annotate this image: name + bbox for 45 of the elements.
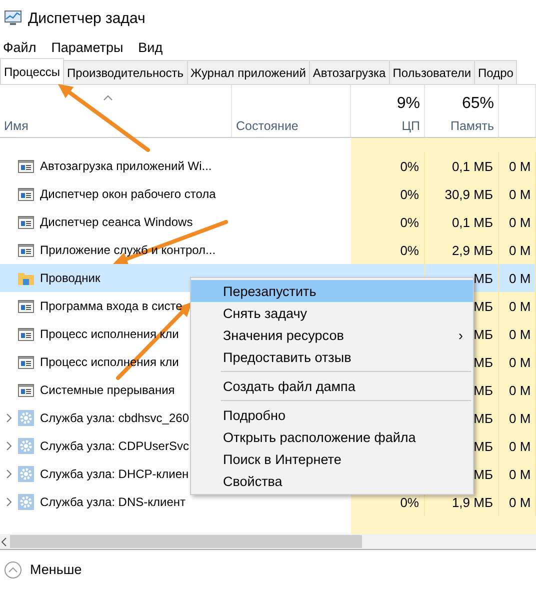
cpu-value: 0% xyxy=(400,242,419,258)
process-name: Программа входа в систе xyxy=(40,299,182,313)
disk-value: 0 М xyxy=(509,494,531,510)
process-name: Проводник xyxy=(40,271,100,285)
disk-value: 0 М xyxy=(509,410,531,426)
disk-value: 0 М xyxy=(509,326,531,342)
disk-value: 0 М xyxy=(509,242,531,258)
memory-value: МБ xyxy=(474,410,493,426)
disk-value: 0 М xyxy=(509,466,531,482)
memory-value: 0,1 МБ xyxy=(452,214,493,230)
memory-value: МБ xyxy=(474,354,493,370)
process-name: Диспетчер сеанса Windows xyxy=(40,215,193,229)
cpu-value: 0% xyxy=(400,186,419,202)
disk-value: 0 М xyxy=(509,214,531,230)
disk-value: 0 М xyxy=(509,186,531,202)
process-name: Служба узла: cbdhsvc_260 xyxy=(40,411,189,425)
memory-value: 0,1 МБ xyxy=(452,158,493,174)
submenu-mark: › xyxy=(458,328,463,342)
memory-value: МБ xyxy=(474,326,493,342)
process-name: Служба узла: DHCP-клиен xyxy=(40,467,189,481)
disk-value: 0 М xyxy=(509,354,531,370)
disk-value: 0 М xyxy=(509,438,531,454)
column-total: 65% xyxy=(462,95,494,113)
disk-value: 0 М xyxy=(509,382,531,398)
memory-value: МБ xyxy=(474,270,493,286)
memory-value: 2,9 МБ xyxy=(452,242,493,258)
cpu-value: 0% xyxy=(400,214,419,230)
process-name: Служба узла: DNS-клиент xyxy=(40,495,186,509)
memory-value: МБ xyxy=(474,438,493,454)
process-name: Автозагрузка приложений Wi... xyxy=(40,159,212,173)
disk-value: 0 М xyxy=(509,158,531,174)
memory-value: 1,9 МБ xyxy=(452,494,493,510)
window-title: Диспетчер задач xyxy=(28,10,146,26)
cpu-value: 0% xyxy=(400,494,419,510)
memory-value: МБ xyxy=(474,466,493,482)
disk-value: 0 М xyxy=(509,298,531,314)
memory-value: МБ xyxy=(474,382,493,398)
process-name: Диспетчер окон рабочего стола xyxy=(40,187,216,201)
memory-value: 30,9 МБ xyxy=(444,186,493,202)
process-name: Системные прерывания xyxy=(40,383,175,397)
cpu-value: 0% xyxy=(400,158,419,174)
memory-value: МБ xyxy=(474,298,493,314)
process-name: Служба узла: CDPUserSvc xyxy=(40,439,189,453)
column-total: 9% xyxy=(396,95,420,113)
disk-value: 0 М xyxy=(509,270,531,286)
